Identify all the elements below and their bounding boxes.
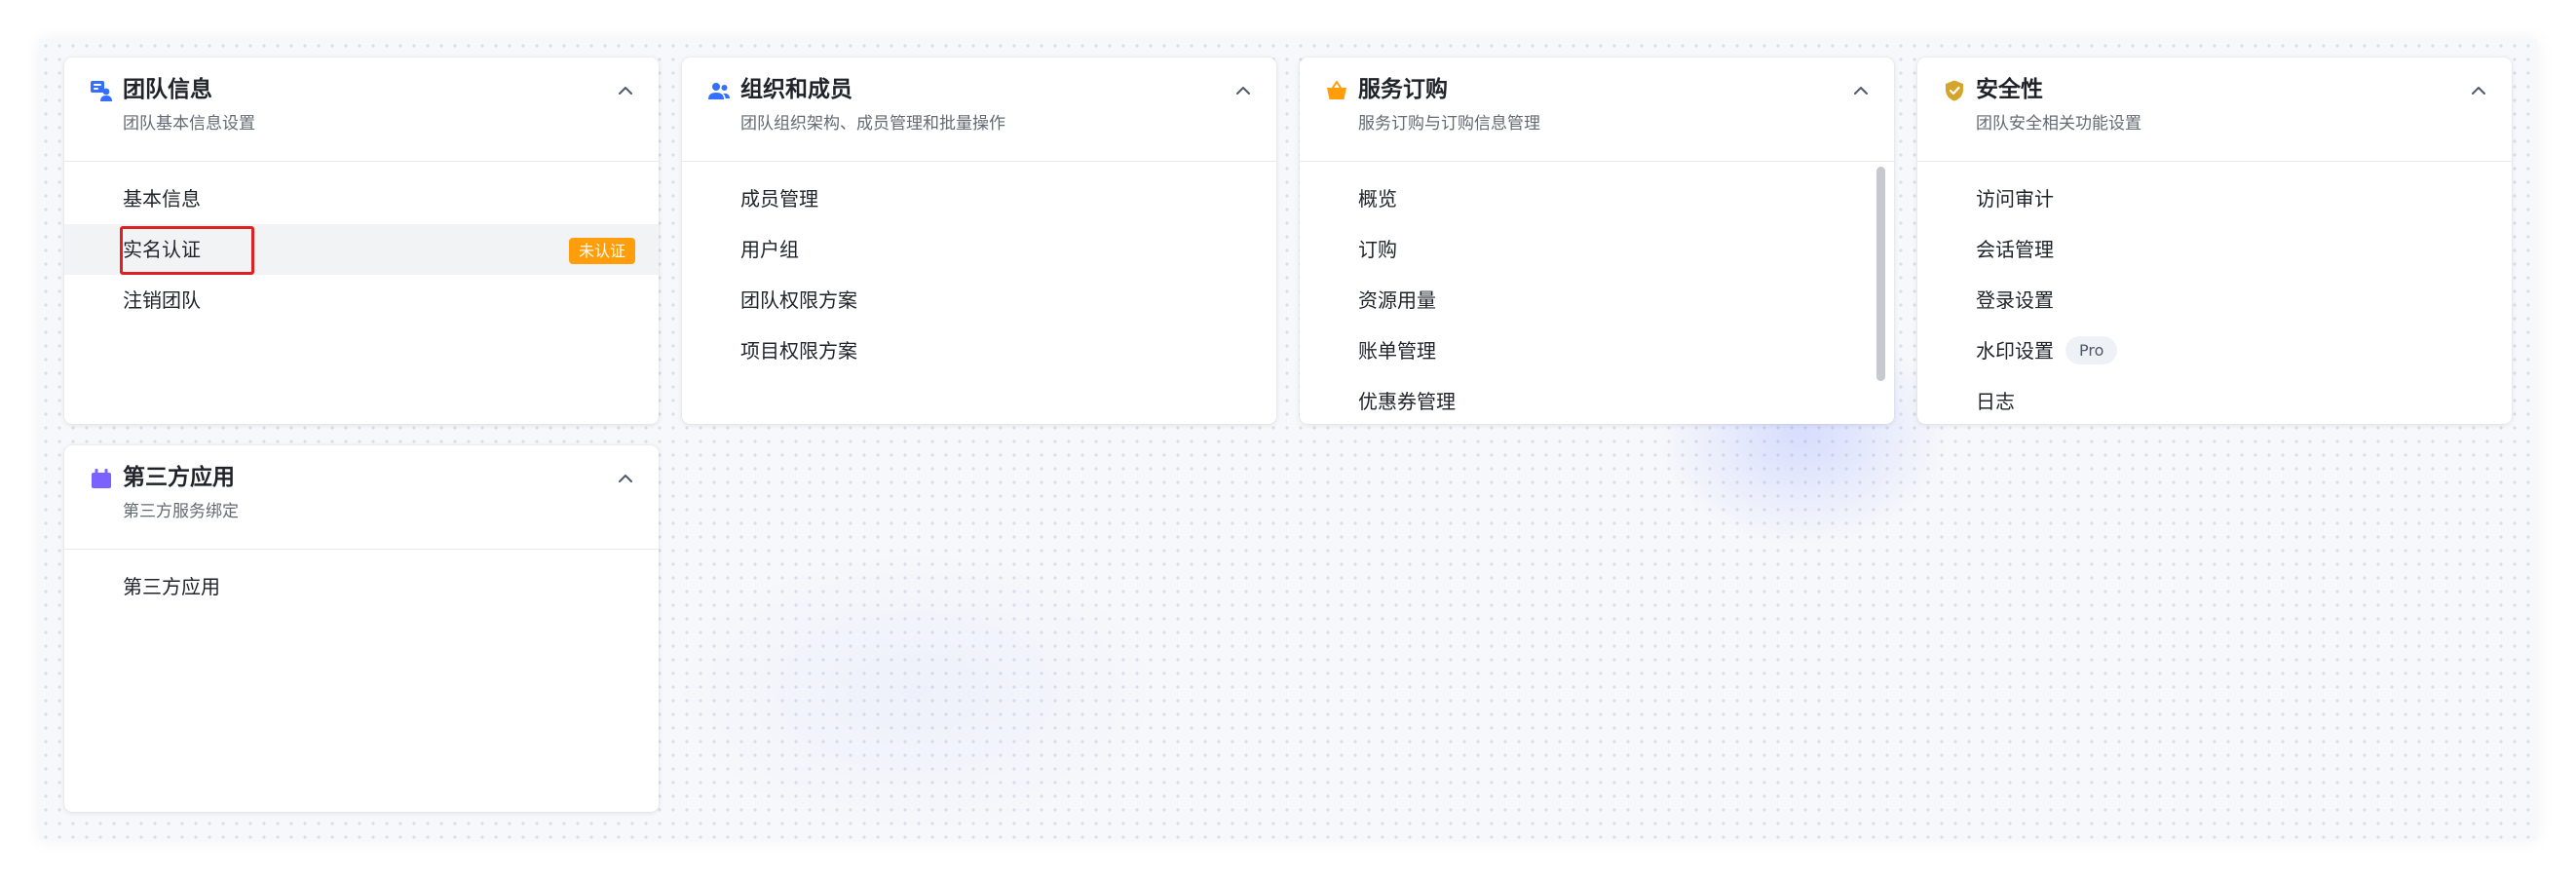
menu-item-session-management[interactable]: 会话管理 [1917, 224, 2512, 275]
menu-item-label: 优惠券管理 [1358, 390, 1456, 413]
menu-item-coupons[interactable]: 优惠券管理 [1300, 376, 1894, 424]
menu-item-label: 登录设置 [1976, 288, 2054, 312]
team-info-icon [90, 79, 113, 102]
card-team-info: 团队信息 团队基本信息设置 基本信息 实名认证 未认证 注销团队 [64, 57, 659, 424]
menu-item-label: 账单管理 [1358, 339, 1436, 363]
menu-item-login-settings[interactable]: 登录设置 [1917, 275, 2512, 326]
menu-item-label: 订购 [1358, 238, 1397, 261]
card-header: 组织和成员 团队组织架构、成员管理和批量操作 [682, 57, 1276, 162]
card-third-party: 第三方应用 第三方服务绑定 第三方应用 [64, 445, 659, 812]
menu-item-label: 项目权限方案 [740, 339, 857, 363]
collapse-chevron-up-icon[interactable] [1231, 79, 1255, 102]
card-header: 安全性 团队安全相关功能设置 [1917, 57, 2512, 162]
menu-item-label: 实名认证 [123, 238, 201, 261]
card-subtitle: 团队基本信息设置 [123, 114, 255, 134]
menu-item-team-permission-scheme[interactable]: 团队权限方案 [682, 275, 1276, 326]
card-title: 安全性 [1976, 77, 2043, 102]
card-org-members: 组织和成员 团队组织架构、成员管理和批量操作 成员管理 用户组 团队权限方案 项… [682, 57, 1276, 424]
collapse-chevron-up-icon[interactable] [614, 79, 637, 102]
menu-item-label: 日志 [1976, 390, 2015, 413]
pro-badge: Pro [2065, 336, 2118, 364]
card-menu: 第三方应用 [64, 550, 659, 612]
menu-item-watermark-settings[interactable]: 水印设置 Pro [1917, 326, 2512, 376]
menu-item-label: 团队权限方案 [740, 288, 857, 312]
card-security: 安全性 团队安全相关功能设置 访问审计 会话管理 登录设置 水印设置 Pro 日志 [1917, 57, 2512, 424]
menu-item-billing[interactable]: 账单管理 [1300, 326, 1894, 376]
card-header: 第三方应用 第三方服务绑定 [64, 445, 659, 550]
card-subtitle: 团队安全相关功能设置 [1976, 114, 2141, 134]
card-subtitle: 服务订购与订购信息管理 [1358, 114, 1540, 134]
menu-item-label: 水印设置 [1976, 339, 2054, 363]
menu-item-basic-info[interactable]: 基本信息 [64, 173, 659, 224]
collapse-chevron-up-icon[interactable] [2467, 79, 2490, 102]
users-icon [707, 79, 731, 102]
shopping-basket-icon [1325, 79, 1348, 102]
card-subtitle: 第三方服务绑定 [123, 502, 239, 521]
card-header: 服务订购 服务订购与订购信息管理 [1300, 57, 1894, 162]
settings-board: 团队信息 团队基本信息设置 基本信息 实名认证 未认证 注销团队 组织和成员 团… [39, 39, 2537, 840]
menu-item-member-management[interactable]: 成员管理 [682, 173, 1276, 224]
menu-item-label: 访问审计 [1976, 187, 2054, 211]
card-menu: 成员管理 用户组 团队权限方案 项目权限方案 [682, 162, 1276, 376]
collapse-chevron-up-icon[interactable] [1849, 79, 1873, 102]
card-title: 组织和成员 [740, 77, 852, 102]
app-box-icon [90, 467, 113, 490]
card-title: 服务订购 [1358, 77, 1448, 102]
menu-item-cancel-team[interactable]: 注销团队 [64, 275, 659, 326]
menu-item-logs[interactable]: 日志 [1917, 376, 2512, 424]
card-menu: 访问审计 会话管理 登录设置 水印设置 Pro 日志 [1917, 162, 2512, 424]
menu-item-real-name-verification[interactable]: 实名认证 未认证 [64, 224, 659, 275]
menu-item-label: 第三方应用 [123, 575, 220, 598]
menu-item-label: 会话管理 [1976, 238, 2054, 261]
menu-item-access-audit[interactable]: 访问审计 [1917, 173, 2512, 224]
menu-item-label: 注销团队 [123, 288, 201, 312]
card-menu: 基本信息 实名认证 未认证 注销团队 [64, 162, 659, 326]
menu-item-subscribe[interactable]: 订购 [1300, 224, 1894, 275]
card-subscription: 服务订购 服务订购与订购信息管理 概览 订购 资源用量 账单管理 优惠券管理 [1300, 57, 1894, 424]
menu-item-third-party-apps[interactable]: 第三方应用 [64, 561, 659, 612]
shield-check-icon [1943, 79, 1966, 102]
card-subtitle: 团队组织架构、成员管理和批量操作 [740, 114, 1005, 134]
card-menu: 概览 订购 资源用量 账单管理 优惠券管理 [1300, 162, 1894, 424]
menu-item-label: 基本信息 [123, 187, 201, 211]
menu-item-label: 成员管理 [740, 187, 818, 211]
card-header: 团队信息 团队基本信息设置 [64, 57, 659, 162]
menu-item-label: 概览 [1358, 187, 1397, 211]
card-title: 第三方应用 [123, 465, 235, 490]
menu-item-label: 资源用量 [1358, 288, 1436, 312]
menu-item-user-groups[interactable]: 用户组 [682, 224, 1276, 275]
unverified-badge: 未认证 [568, 238, 635, 264]
menu-item-resource-usage[interactable]: 资源用量 [1300, 275, 1894, 326]
collapse-chevron-up-icon[interactable] [614, 467, 637, 490]
menu-item-label: 用户组 [740, 238, 799, 261]
background-glow-soft [663, 546, 1169, 838]
menu-item-project-permission-scheme[interactable]: 项目权限方案 [682, 326, 1276, 376]
menu-item-overview[interactable]: 概览 [1300, 173, 1894, 224]
card-title: 团队信息 [123, 77, 212, 102]
